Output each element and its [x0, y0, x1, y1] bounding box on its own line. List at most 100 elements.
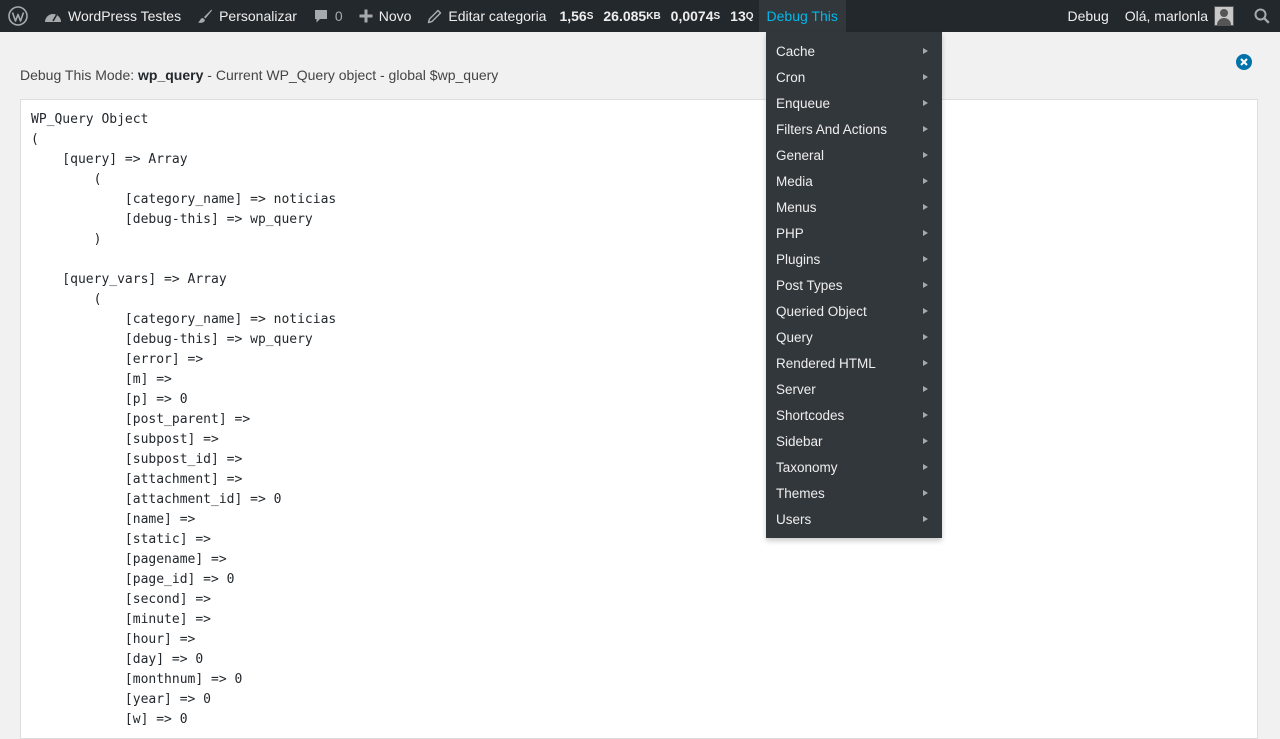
site-name: WordPress Testes — [68, 8, 182, 24]
dump-line: [day] => 0 — [31, 652, 204, 667]
mode-description: - Current WP_Query object - global $wp_q… — [203, 67, 499, 83]
stat-queries-value: 13 — [730, 8, 746, 24]
menu-item-label: Shortcodes — [776, 407, 845, 423]
menu-item-label: Plugins — [776, 251, 821, 267]
close-button[interactable] — [1236, 54, 1252, 70]
menu-item-themes[interactable]: Themes — [766, 480, 942, 506]
wordpress-logo-icon — [8, 6, 28, 26]
stat-memory-value: 26.085 — [603, 8, 647, 24]
submenu-arrow-icon — [923, 412, 928, 418]
menu-item-server[interactable]: Server — [766, 376, 942, 402]
debug-this-menu[interactable]: Debug This — [758, 0, 846, 32]
customize-link[interactable]: Personalizar — [189, 0, 305, 32]
dump-line: [m] => — [31, 372, 172, 387]
dashboard-gauge-icon — [44, 9, 62, 23]
dump-line: ) — [31, 232, 102, 247]
menu-item-media[interactable]: Media — [766, 168, 942, 194]
stat-query-time-value: 0,0074 — [670, 8, 714, 24]
edit-category-link[interactable]: Editar categoria — [419, 0, 554, 32]
dump-line: [name] => — [31, 512, 196, 527]
dump-line: [monthnum] => 0 — [31, 672, 243, 687]
wordpress-logo-button[interactable] — [0, 0, 36, 32]
submenu-arrow-icon — [923, 204, 928, 210]
dump-line: [query] => Array — [31, 152, 188, 167]
menu-item-cron[interactable]: Cron — [766, 64, 942, 90]
account-menu[interactable]: Olá, marlonla — [1117, 0, 1242, 32]
search-icon — [1254, 8, 1270, 24]
comment-bubble-icon — [313, 8, 329, 24]
menu-item-label: Enqueue — [776, 95, 831, 111]
avatar — [1214, 6, 1234, 26]
admin-bar: WordPress Testes Personalizar 0 Novo Edi… — [0, 0, 1280, 32]
menu-item-query[interactable]: Query — [766, 324, 942, 350]
stat-memory-unit: KB — [646, 10, 661, 22]
dump-line: [static] => — [31, 532, 212, 547]
stat-page-time-unit: S — [586, 10, 594, 22]
new-content-menu[interactable]: Novo — [351, 0, 420, 32]
debug-link[interactable]: Debug — [1059, 0, 1116, 32]
stat-memory: 26.085 KB — [598, 0, 665, 32]
menu-item-filters-and-actions[interactable]: Filters And Actions — [766, 116, 942, 142]
greeting: Olá, marlonla — [1124, 8, 1208, 24]
dump-line: [debug-this] => wp_query — [31, 332, 313, 347]
menu-item-label: Post Types — [776, 277, 843, 293]
search-button[interactable] — [1242, 0, 1280, 32]
submenu-arrow-icon — [923, 256, 928, 262]
menu-item-shortcodes[interactable]: Shortcodes — [766, 402, 942, 428]
menu-item-label: Cache — [776, 43, 816, 59]
menu-item-cache[interactable]: Cache — [766, 38, 942, 64]
wp-query-dump: WP_Query Object ( [query] => Array ( [cat… — [21, 100, 1257, 738]
mode-prefix: Debug This Mode: — [20, 67, 139, 83]
plus-icon — [359, 9, 373, 23]
dump-line: [attachment_id] => 0 — [31, 492, 282, 507]
dump-line: [pagename] => — [31, 552, 227, 567]
menu-item-label: General — [776, 147, 825, 163]
menu-item-label: PHP — [776, 225, 804, 241]
menu-item-menus[interactable]: Menus — [766, 194, 942, 220]
menu-item-label: Themes — [776, 485, 825, 501]
menu-item-php[interactable]: PHP — [766, 220, 942, 246]
dump-line: [attachment] => — [31, 472, 243, 487]
pencil-icon — [427, 9, 442, 24]
new-label: Novo — [378, 8, 412, 24]
submenu-arrow-icon — [923, 464, 928, 470]
dump-line: [category_name] => noticias — [31, 312, 337, 327]
submenu-arrow-icon — [923, 308, 928, 314]
dump-line: [w] => 0 — [31, 712, 188, 727]
paintbrush-icon — [197, 8, 213, 24]
submenu-arrow-icon — [923, 100, 928, 106]
dump-line — [31, 250, 1247, 270]
menu-item-label: Rendered HTML — [776, 355, 876, 371]
menu-item-users[interactable]: Users — [766, 506, 942, 532]
comments-link[interactable]: 0 — [305, 0, 351, 32]
menu-item-sidebar[interactable]: Sidebar — [766, 428, 942, 454]
submenu-arrow-icon — [923, 360, 928, 366]
dump-line: [subpost] => — [31, 432, 219, 447]
submenu-arrow-icon — [923, 126, 928, 132]
menu-item-label: Cron — [776, 69, 806, 85]
dump-line: [second] => — [31, 592, 212, 607]
submenu-arrow-icon — [923, 230, 928, 236]
dump-line: [debug-this] => wp_query — [31, 212, 313, 227]
submenu-arrow-icon — [923, 386, 928, 392]
dump-line: ( — [31, 292, 102, 307]
dump-line: [query_vars] => Array — [31, 272, 227, 287]
submenu-arrow-icon — [923, 490, 928, 496]
menu-item-rendered-html[interactable]: Rendered HTML — [766, 350, 942, 376]
menu-item-plugins[interactable]: Plugins — [766, 246, 942, 272]
close-icon — [1240, 53, 1248, 71]
site-name-link[interactable]: WordPress Testes — [36, 0, 189, 32]
menu-item-enqueue[interactable]: Enqueue — [766, 90, 942, 116]
menu-item-post-types[interactable]: Post Types — [766, 272, 942, 298]
dump-line: [category_name] => noticias — [31, 192, 337, 207]
menu-item-label: Query — [776, 329, 813, 345]
menu-item-general[interactable]: General — [766, 142, 942, 168]
debug-mode-heading: Debug This Mode: wp_query - Current WP_Q… — [20, 67, 498, 83]
dump-line: ( — [31, 132, 39, 147]
menu-item-taxonomy[interactable]: Taxonomy — [766, 454, 942, 480]
dump-line: [error] => — [31, 352, 204, 367]
menu-item-queried-object[interactable]: Queried Object — [766, 298, 942, 324]
dump-line: [p] => 0 — [31, 392, 188, 407]
submenu-arrow-icon — [923, 152, 928, 158]
debug-this-dropdown: Cache Cron Enqueue Filters And Actions Gener… — [766, 32, 942, 538]
